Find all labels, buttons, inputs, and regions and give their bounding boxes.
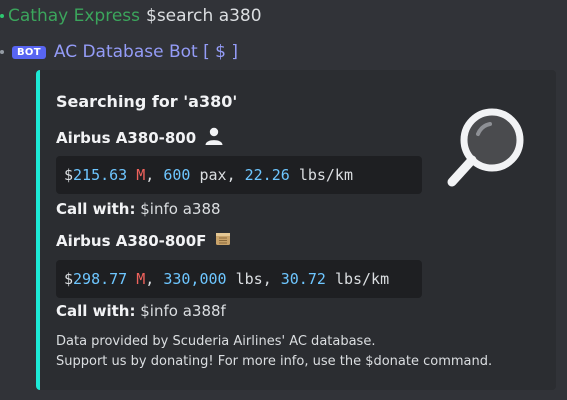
footer-line: Support us by donating! For more info, u… [56,354,493,369]
cost-value: 22.26 [244,166,290,184]
magnifying-glass-icon[interactable] [438,98,534,194]
previous-message: Cathay Express $search a380 [0,6,262,32]
message-author[interactable]: Cathay Express [8,6,140,26]
call-command: $info a388 [140,200,221,218]
avatar-edge [0,50,4,54]
embed-footer: Data provided by Scuderia Airlines' AC d… [56,332,492,372]
call-with-line: Call with: $info a388f [56,302,226,320]
capacity-unit: lbs [235,270,263,288]
cost-unit: lbs/km [334,270,390,288]
stats-codeblock: $215.63 M, 600 pax, 22.26 lbs/km [56,156,422,194]
capacity-value: 600 [163,166,191,184]
footer-line: Data provided by Scuderia Airlines' AC d… [56,334,376,349]
bot-message-header: BOT AC Database Bot [ $ ] [0,40,238,64]
message-content: $search a380 [146,6,262,26]
call-with-line: Call with: $info a388 [56,200,221,218]
bot-author-name[interactable]: AC Database Bot [ $ ] [54,42,238,62]
embed-title: Searching for 'a380' [56,92,238,111]
price-unit: M [136,166,146,184]
call-with-label: Call with: [56,200,136,218]
separator: , [226,166,245,184]
result-name-text: Airbus A380-800F [56,232,207,250]
stats-codeblock: $298.77 M, 330,000 lbs, 30.72 lbs/km [56,260,422,298]
person-icon [204,126,224,150]
call-with-label: Call with: [56,302,136,320]
embed-card: Searching for 'a380' Airbus A380-800 $21… [36,70,556,390]
cargo-box-icon [214,230,232,252]
call-command: $info a388f [140,302,226,320]
bot-badge: BOT [12,45,46,59]
currency-symbol: $ [64,166,74,184]
result-name: Airbus A380-800 [56,126,224,150]
cost-unit: lbs/km [298,166,353,184]
capacity-value: 330,000 [163,270,227,288]
price-value: 298.77 [73,270,128,288]
avatar-edge [0,14,4,18]
result-name: Airbus A380-800F [56,230,232,252]
cost-value: 30.72 [280,270,326,288]
result-name-text: Airbus A380-800 [56,129,197,147]
separator: , [145,270,164,288]
price-value: 215.63 [73,166,128,184]
capacity-unit: pax [199,166,227,184]
separator: , [262,270,281,288]
price-unit: M [136,270,146,288]
currency-symbol: $ [64,270,74,288]
separator: , [145,166,164,184]
